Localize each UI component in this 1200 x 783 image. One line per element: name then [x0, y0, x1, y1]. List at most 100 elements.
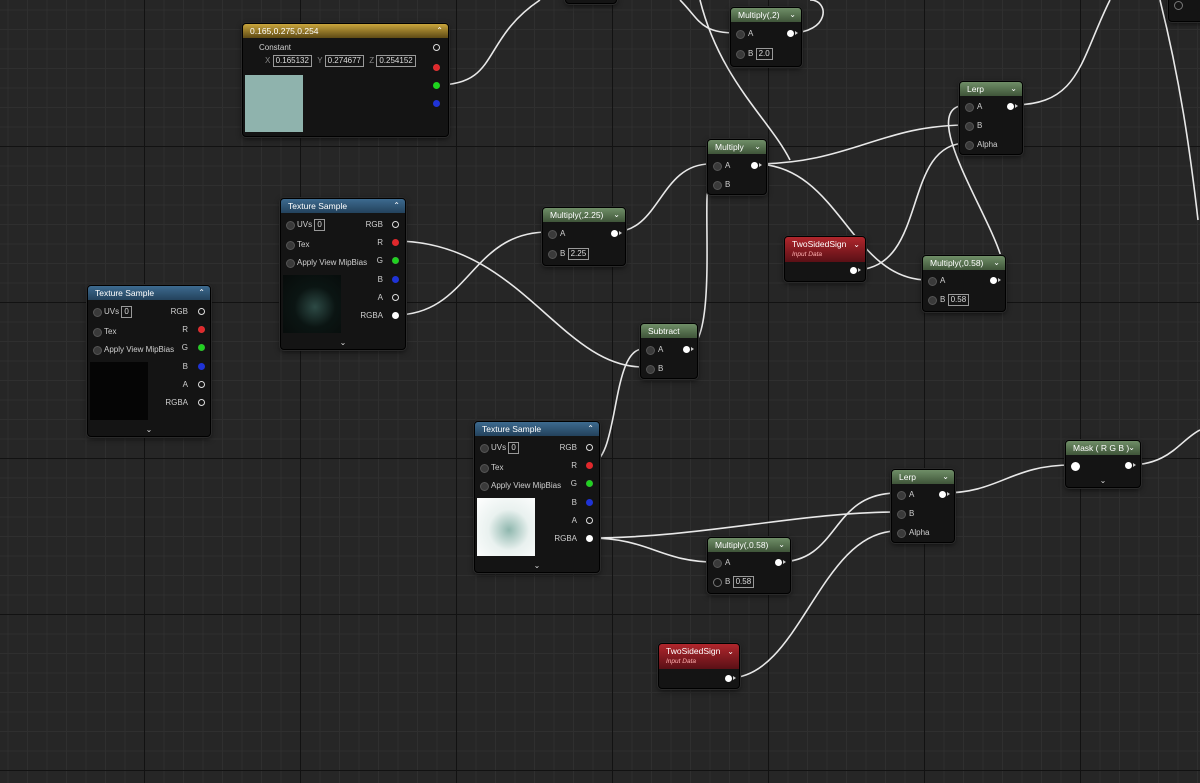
- collapse-icon[interactable]: ⌄: [853, 239, 860, 251]
- subtract-node[interactable]: Subtract A B: [640, 323, 698, 379]
- output-pin[interactable]: [850, 267, 861, 274]
- lerp-node-top[interactable]: Lerp ⌄ A B Alpha: [959, 81, 1023, 155]
- z-value-input[interactable]: 0.254152: [376, 55, 416, 67]
- input-pin-a[interactable]: [897, 491, 906, 500]
- input-pin-a[interactable]: [965, 103, 974, 112]
- output-pin-r[interactable]: [198, 326, 205, 333]
- input-pin-b[interactable]: [646, 365, 655, 374]
- collapse-icon[interactable]: ⌄: [789, 8, 796, 22]
- output-pin-b[interactable]: [586, 499, 593, 506]
- node-header[interactable]: Multiply(,2) ⌄: [731, 8, 801, 22]
- output-pin-g[interactable]: [392, 257, 399, 264]
- output-pin-g[interactable]: [433, 82, 440, 89]
- b-value-input[interactable]: 0.58: [947, 294, 970, 306]
- output-pin-b[interactable]: [433, 100, 440, 107]
- input-pin-b[interactable]: [713, 181, 722, 190]
- node-header[interactable]: Multiply ⌄: [708, 140, 766, 154]
- expand-chevron-icon[interactable]: ⌄: [1066, 476, 1140, 485]
- input-pin-b[interactable]: [713, 578, 722, 587]
- node-header[interactable]: 0.165,0.275,0.254 ⌃: [243, 24, 448, 38]
- output-pin-a[interactable]: [198, 381, 205, 388]
- collapse-icon[interactable]: ⌄: [1010, 82, 1017, 96]
- output-pin-rgb[interactable]: [433, 44, 440, 51]
- node-header[interactable]: Multiply(,0.58) ⌄: [923, 256, 1005, 270]
- uvs-value[interactable]: 0: [121, 306, 132, 318]
- output-pin-b[interactable]: [392, 276, 399, 283]
- node-header[interactable]: Lerp ⌄: [960, 82, 1022, 96]
- input-pin-mipbias[interactable]: [286, 259, 295, 268]
- output-pin[interactable]: [939, 491, 950, 498]
- output-pin-rgb[interactable]: [198, 308, 205, 315]
- collapse-icon[interactable]: ⌃: [436, 24, 443, 38]
- collapse-icon[interactable]: ⌄: [778, 538, 785, 552]
- output-pin-g[interactable]: [198, 344, 205, 351]
- input-pin-mipbias[interactable]: [93, 346, 102, 355]
- output-pin[interactable]: [683, 346, 694, 353]
- input-pin[interactable]: [1174, 1, 1183, 10]
- collapse-icon[interactable]: ⌄: [1128, 441, 1135, 455]
- output-pin[interactable]: [611, 230, 622, 237]
- output-pin[interactable]: [775, 559, 786, 566]
- b-value-input[interactable]: 2.25: [567, 248, 590, 260]
- output-pin-rgb[interactable]: [392, 221, 399, 228]
- texture-sample-node-middle[interactable]: Texture Sample ⌃ UVs 0 Tex Apply View Mi…: [280, 198, 406, 350]
- output-pin-rgba[interactable]: [392, 312, 399, 319]
- two-sided-sign-node-top[interactable]: TwoSidedSign Input Data ⌄: [784, 236, 866, 282]
- multiply-node[interactable]: Multiply ⌄ A B: [707, 139, 767, 195]
- input-pin-uvs[interactable]: [286, 221, 295, 230]
- collapse-icon[interactable]: ⌄: [942, 470, 949, 484]
- output-pin[interactable]: [725, 675, 736, 682]
- mask-rgb-node[interactable]: Mask ( R G B ) ⌄ ⌄: [1065, 440, 1141, 488]
- collapse-icon[interactable]: ⌃: [198, 286, 205, 300]
- uvs-value[interactable]: 0: [508, 442, 519, 454]
- input-pin-a[interactable]: [646, 346, 655, 355]
- input-pin-b[interactable]: [928, 296, 937, 305]
- collapse-icon[interactable]: ⌄: [754, 140, 761, 154]
- multiply-0-58-node-bottom[interactable]: Multiply(,0.58) ⌄ A B 0.58: [707, 537, 791, 594]
- output-pin-b[interactable]: [198, 363, 205, 370]
- expand-chevron-icon[interactable]: ⌄: [475, 561, 599, 570]
- multiply-0-58-node-top[interactable]: Multiply(,0.58) ⌄ A B 0.58: [922, 255, 1006, 312]
- output-pin-rgb[interactable]: [586, 444, 593, 451]
- output-pin[interactable]: [1007, 103, 1018, 110]
- expand-chevron-icon[interactable]: ⌄: [88, 425, 210, 434]
- node-header[interactable]: Texture Sample ⌃: [475, 422, 599, 436]
- input-pin-a[interactable]: [713, 162, 722, 171]
- collapse-icon[interactable]: ⌄: [613, 208, 620, 222]
- output-pin[interactable]: [990, 277, 1001, 284]
- input-pin-alpha[interactable]: [965, 141, 974, 150]
- collapse-icon[interactable]: ⌃: [393, 199, 400, 213]
- collapse-icon[interactable]: ⌄: [727, 646, 734, 658]
- output-pin-r[interactable]: [392, 239, 399, 246]
- input-pin-a[interactable]: [548, 230, 557, 239]
- node-header[interactable]: TwoSidedSign Input Data ⌄: [659, 644, 739, 669]
- collapse-icon[interactable]: ⌄: [993, 256, 1000, 270]
- b-value-input[interactable]: 2.0: [755, 48, 773, 60]
- multiply-2-node[interactable]: Multiply(,2) ⌄ A B 2.0: [730, 7, 802, 67]
- constant-vector-node[interactable]: 0.165,0.275,0.254 ⌃ Constant X 0.165132 …: [242, 23, 449, 137]
- node-header[interactable]: Subtract: [641, 324, 697, 338]
- output-pin[interactable]: [751, 162, 762, 169]
- input-pin-uvs[interactable]: [93, 308, 102, 317]
- lerp-node-bottom[interactable]: Lerp ⌄ A B Alpha: [891, 469, 955, 543]
- two-sided-sign-node-bottom[interactable]: TwoSidedSign Input Data ⌄: [658, 643, 740, 689]
- node-header[interactable]: Multiply(,2.25) ⌄: [543, 208, 625, 222]
- offscreen-node-top[interactable]: [565, 0, 617, 4]
- input-pin-mipbias[interactable]: [480, 482, 489, 491]
- input-pin-a[interactable]: [713, 559, 722, 568]
- uvs-value[interactable]: 0: [314, 219, 325, 231]
- offscreen-node-top-right[interactable]: [1168, 0, 1200, 22]
- input-pin-tex[interactable]: [286, 241, 295, 250]
- output-pin-g[interactable]: [586, 480, 593, 487]
- input-pin-b[interactable]: [548, 250, 557, 259]
- input-pin-tex[interactable]: [480, 464, 489, 473]
- texture-sample-node-bottom[interactable]: Texture Sample ⌃ UVs 0 Tex Apply View Mi…: [474, 421, 600, 573]
- multiply-2-25-node[interactable]: Multiply(,2.25) ⌄ A B 2.25: [542, 207, 626, 266]
- node-header[interactable]: TwoSidedSign Input Data ⌄: [785, 237, 865, 262]
- output-pin-a[interactable]: [586, 517, 593, 524]
- input-pin-a[interactable]: [928, 277, 937, 286]
- input-pin-b[interactable]: [736, 50, 745, 59]
- output-pin-rgba[interactable]: [586, 535, 593, 542]
- y-value-input[interactable]: 0.274677: [324, 55, 364, 67]
- node-header[interactable]: Texture Sample ⌃: [88, 286, 210, 300]
